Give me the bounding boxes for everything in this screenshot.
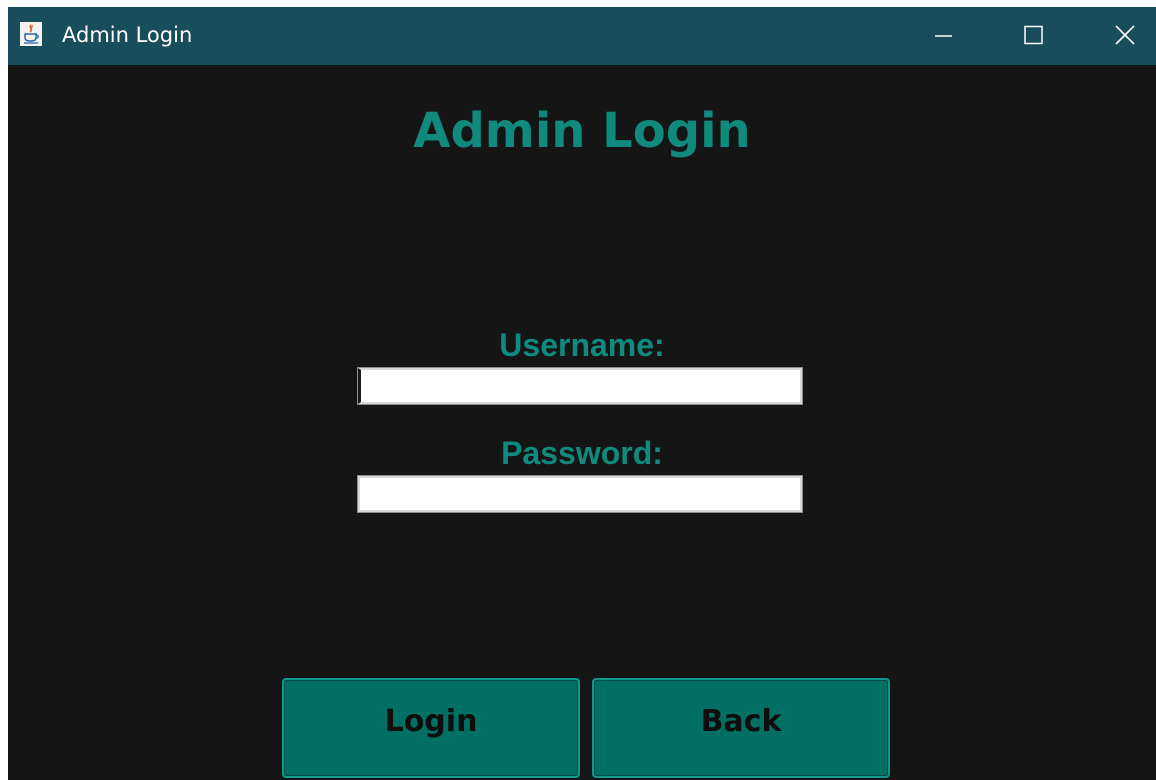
login-button[interactable]: Login [282, 678, 580, 778]
password-field[interactable] [357, 475, 803, 513]
username-label: Username: [499, 327, 665, 363]
username-field[interactable] [357, 367, 803, 405]
back-button[interactable]: Back [592, 678, 890, 778]
close-button[interactable] [1078, 7, 1156, 65]
maximize-icon [1024, 25, 1043, 45]
close-icon [1115, 25, 1135, 45]
admin-login-window: Admin Login Admin Login Username: Passwo… [8, 7, 1156, 780]
window-title: Admin Login [62, 23, 193, 47]
maximize-button[interactable] [988, 7, 1078, 65]
minimize-button[interactable] [898, 7, 988, 65]
title-bar[interactable]: Admin Login [8, 7, 1156, 65]
password-label: Password: [501, 435, 663, 471]
page-title: Admin Login [413, 103, 751, 159]
minimize-icon [935, 35, 952, 37]
java-icon [20, 22, 42, 46]
